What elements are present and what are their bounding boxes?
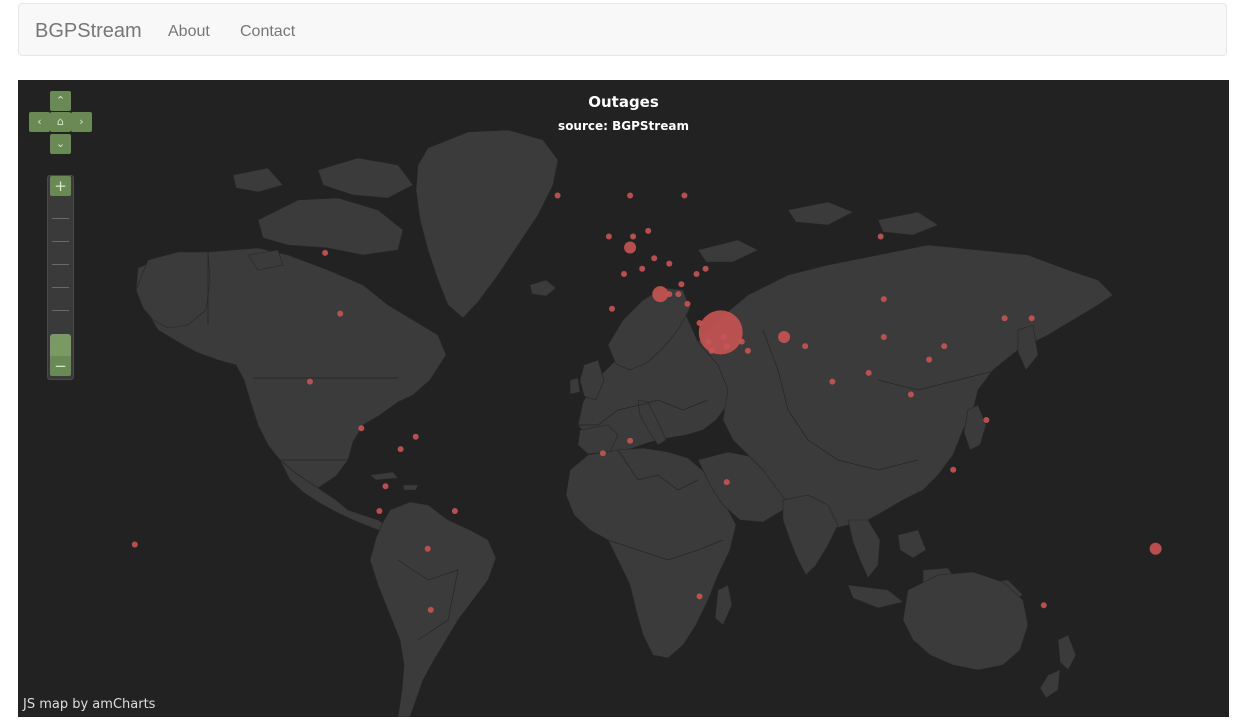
outage-marker[interactable] [131, 541, 138, 548]
world-map[interactable] [18, 80, 1229, 717]
brand-link[interactable]: BGPStream [35, 19, 142, 43]
outage-marker[interactable] [693, 271, 700, 277]
outage-marker[interactable] [723, 343, 730, 350]
outage-marker[interactable] [698, 310, 743, 355]
outage-marker[interactable] [941, 343, 948, 350]
map-title: Outages [588, 93, 659, 111]
outage-marker[interactable] [397, 446, 404, 453]
outage-marker[interactable] [675, 291, 682, 298]
outage-marker[interactable] [708, 347, 715, 354]
outage-marker[interactable] [666, 260, 673, 267]
outage-marker[interactable] [926, 356, 933, 363]
zoom-in-button[interactable]: + [50, 176, 71, 196]
outage-marker[interactable] [678, 281, 685, 288]
outage-marker[interactable] [684, 300, 691, 307]
outage-marker[interactable] [627, 437, 634, 444]
outage-marker[interactable] [983, 417, 990, 423]
amcharts-credit[interactable]: JS map by amCharts [23, 697, 155, 712]
left-chevron-icon[interactable]: ‹ [29, 112, 50, 132]
outage-marker[interactable] [427, 606, 434, 613]
outage-marker[interactable] [723, 479, 730, 486]
outage-marker[interactable] [621, 271, 627, 277]
outages-map[interactable]: Outages source: BGPStream ⌃ ‹ ⌂ › ⌄ + − … [18, 80, 1229, 717]
home-icon[interactable]: ⌂ [50, 112, 71, 132]
outage-marker[interactable] [630, 233, 637, 240]
map-subtitle: source: BGPStream [558, 119, 689, 133]
outage-marker[interactable] [865, 369, 872, 376]
outage-marker[interactable] [376, 508, 383, 514]
right-chevron-icon[interactable]: › [71, 112, 92, 132]
zoom-out-button[interactable]: − [50, 356, 71, 376]
zoom-tick [52, 264, 69, 265]
outage-marker[interactable] [451, 508, 458, 514]
outage-marker[interactable] [696, 593, 703, 600]
outage-marker[interactable] [778, 331, 791, 343]
outage-marker[interactable] [382, 483, 389, 490]
outage-marker[interactable] [720, 334, 727, 340]
outage-marker[interactable] [554, 192, 561, 199]
land-masses [135, 129, 1114, 717]
outage-marker[interactable] [829, 378, 836, 385]
outage-marker[interactable] [681, 192, 688, 199]
zoom-tick [52, 241, 69, 242]
outage-marker[interactable] [639, 265, 646, 272]
outage-marker[interactable] [1028, 315, 1035, 322]
outage-marker[interactable] [624, 241, 637, 254]
outage-marker[interactable] [877, 233, 884, 240]
outage-marker[interactable] [599, 450, 606, 457]
outage-marker[interactable] [605, 233, 612, 240]
outage-marker[interactable] [322, 249, 329, 256]
zoom-tick [52, 218, 69, 219]
zoom-tick [52, 287, 69, 288]
outage-marker[interactable] [358, 425, 365, 432]
outage-marker[interactable] [627, 192, 634, 199]
navbar: BGPStream About Contact [18, 3, 1227, 56]
outage-marker[interactable] [1149, 542, 1162, 555]
zoom-tick [52, 310, 69, 311]
outage-marker[interactable] [652, 286, 669, 303]
outage-marker[interactable] [424, 545, 431, 552]
outage-marker[interactable] [666, 291, 673, 298]
outage-marker[interactable] [645, 227, 652, 234]
outage-marker[interactable] [1001, 315, 1008, 322]
outage-marker[interactable] [702, 265, 709, 272]
down-chevron-icon[interactable]: ⌄ [50, 134, 71, 154]
outage-marker[interactable] [1040, 602, 1047, 609]
outage-marker[interactable] [802, 343, 809, 350]
outage-marker[interactable] [337, 310, 344, 317]
outage-marker[interactable] [950, 466, 957, 473]
outage-marker[interactable] [412, 433, 419, 440]
outage-marker[interactable] [738, 338, 745, 345]
nav-link-about[interactable]: About [168, 22, 210, 42]
outage-marker[interactable] [307, 378, 313, 385]
outage-marker[interactable] [609, 305, 615, 312]
outage-marker[interactable] [651, 255, 658, 262]
outage-marker[interactable] [880, 296, 887, 303]
up-chevron-icon[interactable]: ⌃ [50, 91, 71, 111]
outage-marker[interactable] [907, 391, 914, 398]
outage-marker[interactable] [705, 338, 712, 345]
new-zealand [1057, 634, 1077, 671]
outage-marker[interactable] [744, 347, 751, 354]
outage-marker[interactable] [880, 334, 887, 340]
nav-link-contact[interactable]: Contact [240, 22, 295, 42]
